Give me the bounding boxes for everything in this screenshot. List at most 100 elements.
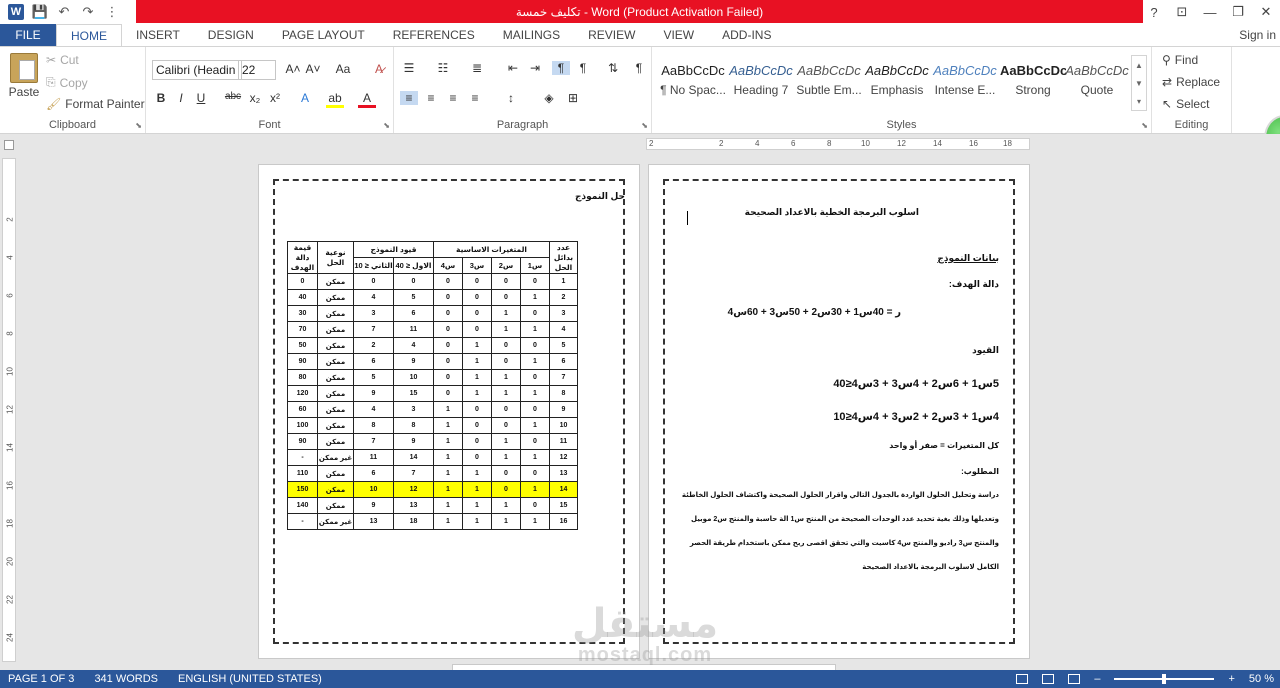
style-heading-7[interactable]: AaBbCcDc Heading 7: [728, 59, 794, 109]
page-solution[interactable]: حل النموذج عدد بدائل الحل المتغيرات الاس…: [258, 164, 640, 659]
tab-review[interactable]: REVIEW: [574, 24, 649, 46]
underline-button[interactable]: U: [192, 91, 210, 105]
sign-in-link[interactable]: Sign in: [1239, 24, 1280, 46]
change-case-button[interactable]: Aa: [332, 62, 354, 76]
show-formatting-icon[interactable]: ¶: [630, 61, 648, 75]
save-icon[interactable]: 💾: [32, 4, 48, 20]
tab-design[interactable]: DESIGN: [194, 24, 268, 46]
dialog-launcher-icon[interactable]: ⬊: [135, 121, 142, 130]
shrink-font-button[interactable]: A˅: [304, 62, 322, 76]
format-painter-label: Format Painter: [65, 97, 145, 111]
style-no-spacing[interactable]: AaBbCcDc ¶ No Spac...: [660, 59, 726, 109]
chevron-down-icon[interactable]: ▼: [1135, 79, 1143, 88]
align-right-icon[interactable]: ≡: [444, 91, 462, 105]
zoom-level[interactable]: 50 %: [1249, 673, 1274, 685]
tab-home[interactable]: HOME: [56, 24, 122, 46]
increase-indent-icon[interactable]: ⇥: [526, 61, 544, 75]
font-name-dropdown[interactable]: Calibri (Headin: [152, 60, 242, 80]
language[interactable]: ENGLISH (UNITED STATES): [178, 673, 322, 685]
undo-icon[interactable]: ↶: [56, 4, 72, 20]
copy-button[interactable]: ⎘ Copy: [46, 75, 88, 90]
style-subtle-emphasis[interactable]: AaBbCcDc Subtle Em...: [796, 59, 862, 109]
zoom-out-button[interactable]: –: [1094, 673, 1100, 685]
justify-icon[interactable]: ≡: [466, 91, 484, 105]
solution-table-body: 1 0 0 0 0 0 0 ممكن 0 2 1 0 0 0 5 4 ممكن 40 3 0 1 0 0 6 3 ممكن 30 4 1…: [287, 273, 578, 530]
table-cell: 0: [520, 337, 550, 354]
ribbon-display-options-icon[interactable]: ⊡: [1168, 0, 1196, 24]
bold-button[interactable]: B: [152, 91, 170, 105]
zoom-in-button[interactable]: +: [1228, 673, 1234, 685]
paste-button[interactable]: Paste: [6, 53, 42, 99]
tab-view[interactable]: VIEW: [649, 24, 708, 46]
maximize-button[interactable]: ❐: [1224, 0, 1252, 24]
tab-add-ins[interactable]: ADD-INS: [708, 24, 785, 46]
zoom-slider-thumb[interactable]: [1162, 674, 1167, 684]
table-cell: 1: [462, 481, 492, 498]
strikethrough-button[interactable]: abc: [222, 91, 244, 102]
text-effects-button[interactable]: A: [296, 91, 314, 105]
style-intense-emphasis[interactable]: AaBbCcDc Intense E...: [932, 59, 998, 109]
tab-file[interactable]: FILE: [0, 24, 56, 46]
chevron-up-icon[interactable]: ▲: [1135, 61, 1143, 70]
word-icon[interactable]: W: [8, 4, 24, 20]
borders-icon[interactable]: ⊞: [564, 91, 582, 105]
table-cell: 1: [433, 497, 463, 514]
rtl-direction-icon[interactable]: ¶: [574, 61, 592, 75]
dialog-launcher-icon[interactable]: ⬊: [641, 121, 648, 130]
dialog-launcher-icon[interactable]: ⬊: [383, 121, 390, 130]
italic-button[interactable]: I: [172, 91, 190, 105]
bullets-icon[interactable]: ☰: [400, 61, 418, 75]
close-button[interactable]: ✕: [1252, 0, 1280, 24]
clear-formatting-button[interactable]: A̷: [370, 62, 388, 76]
customize-qat-icon[interactable]: ⋮: [104, 4, 120, 20]
tab-page-layout[interactable]: PAGE LAYOUT: [268, 24, 379, 46]
align-center-icon[interactable]: ≡: [422, 91, 440, 105]
decrease-indent-icon[interactable]: ⇤: [504, 61, 522, 75]
sort-icon[interactable]: ⇅: [604, 61, 622, 75]
dialog-launcher-icon[interactable]: ⬊: [1141, 121, 1148, 130]
select-button[interactable]: ↖ Select: [1162, 97, 1209, 111]
ltr-direction-icon[interactable]: ¶: [552, 61, 570, 75]
page-problem[interactable]: اسلوب البرمجة الخطية بالاعداد الصحيحة بي…: [648, 164, 1030, 659]
style-strong[interactable]: AaBbCcDc Strong: [1000, 59, 1066, 109]
table-cell: 1: [433, 513, 463, 530]
find-button[interactable]: ⚲ Find: [1162, 53, 1198, 67]
styles-gallery-scroll[interactable]: ▲ ▼ ▾: [1131, 55, 1147, 111]
font-size-dropdown[interactable]: 22: [238, 60, 276, 80]
style-quote[interactable]: AaBbCcDc Quote: [1064, 59, 1130, 109]
zoom-slider[interactable]: [1114, 674, 1215, 684]
tab-references[interactable]: REFERENCES: [379, 24, 489, 46]
page-count[interactable]: PAGE 1 OF 3: [8, 673, 74, 685]
more-icon[interactable]: ▾: [1137, 97, 1141, 106]
shading-icon[interactable]: ◈: [540, 91, 558, 105]
line-spacing-icon[interactable]: ↕: [502, 91, 520, 105]
align-left-icon[interactable]: ≡: [400, 91, 418, 105]
table-cell: ممكن: [317, 321, 354, 338]
minimize-button[interactable]: —: [1196, 0, 1224, 24]
vertical-ruler[interactable]: 2 4 6 8 10 12 14 16 18 20 22 24: [2, 158, 16, 662]
tab-selector[interactable]: [4, 140, 14, 150]
font-color-button[interactable]: A: [358, 91, 376, 108]
tab-mailings[interactable]: MAILINGS: [489, 24, 574, 46]
style-emphasis[interactable]: AaBbCcDc Emphasis: [864, 59, 930, 109]
tab-insert[interactable]: INSERT: [122, 24, 194, 46]
format-painter-button[interactable]: 🖌 Format Painter: [46, 97, 145, 111]
multilevel-list-icon[interactable]: ≣: [468, 61, 486, 75]
numbering-icon[interactable]: ☷: [434, 61, 452, 75]
redo-icon[interactable]: ↷: [80, 4, 96, 20]
replace-button[interactable]: ⇄ Replace: [1162, 75, 1220, 89]
read-mode-icon[interactable]: [1016, 674, 1029, 684]
quick-access-toolbar: W 💾 ↶ ↷ ⋮: [0, 0, 136, 24]
superscript-button[interactable]: x²: [266, 91, 284, 105]
word-count[interactable]: 341 WORDS: [94, 673, 158, 685]
document-area[interactable]: 2 2 4 6 8 10 12 14 16 18 2 4 6 8 10 12 1…: [0, 134, 1280, 672]
subscript-button[interactable]: x₂: [246, 91, 264, 105]
table-cell: 1: [462, 369, 492, 386]
print-layout-icon[interactable]: [1042, 674, 1055, 684]
cut-button[interactable]: ✂ Cut: [46, 53, 79, 67]
web-layout-icon[interactable]: [1068, 674, 1081, 684]
help-icon[interactable]: ?: [1140, 0, 1168, 24]
highlight-button[interactable]: ab: [326, 91, 344, 108]
horizontal-ruler[interactable]: 2 2 4 6 8 10 12 14 16 18: [646, 138, 1030, 150]
grow-font-button[interactable]: A˄: [284, 62, 302, 76]
